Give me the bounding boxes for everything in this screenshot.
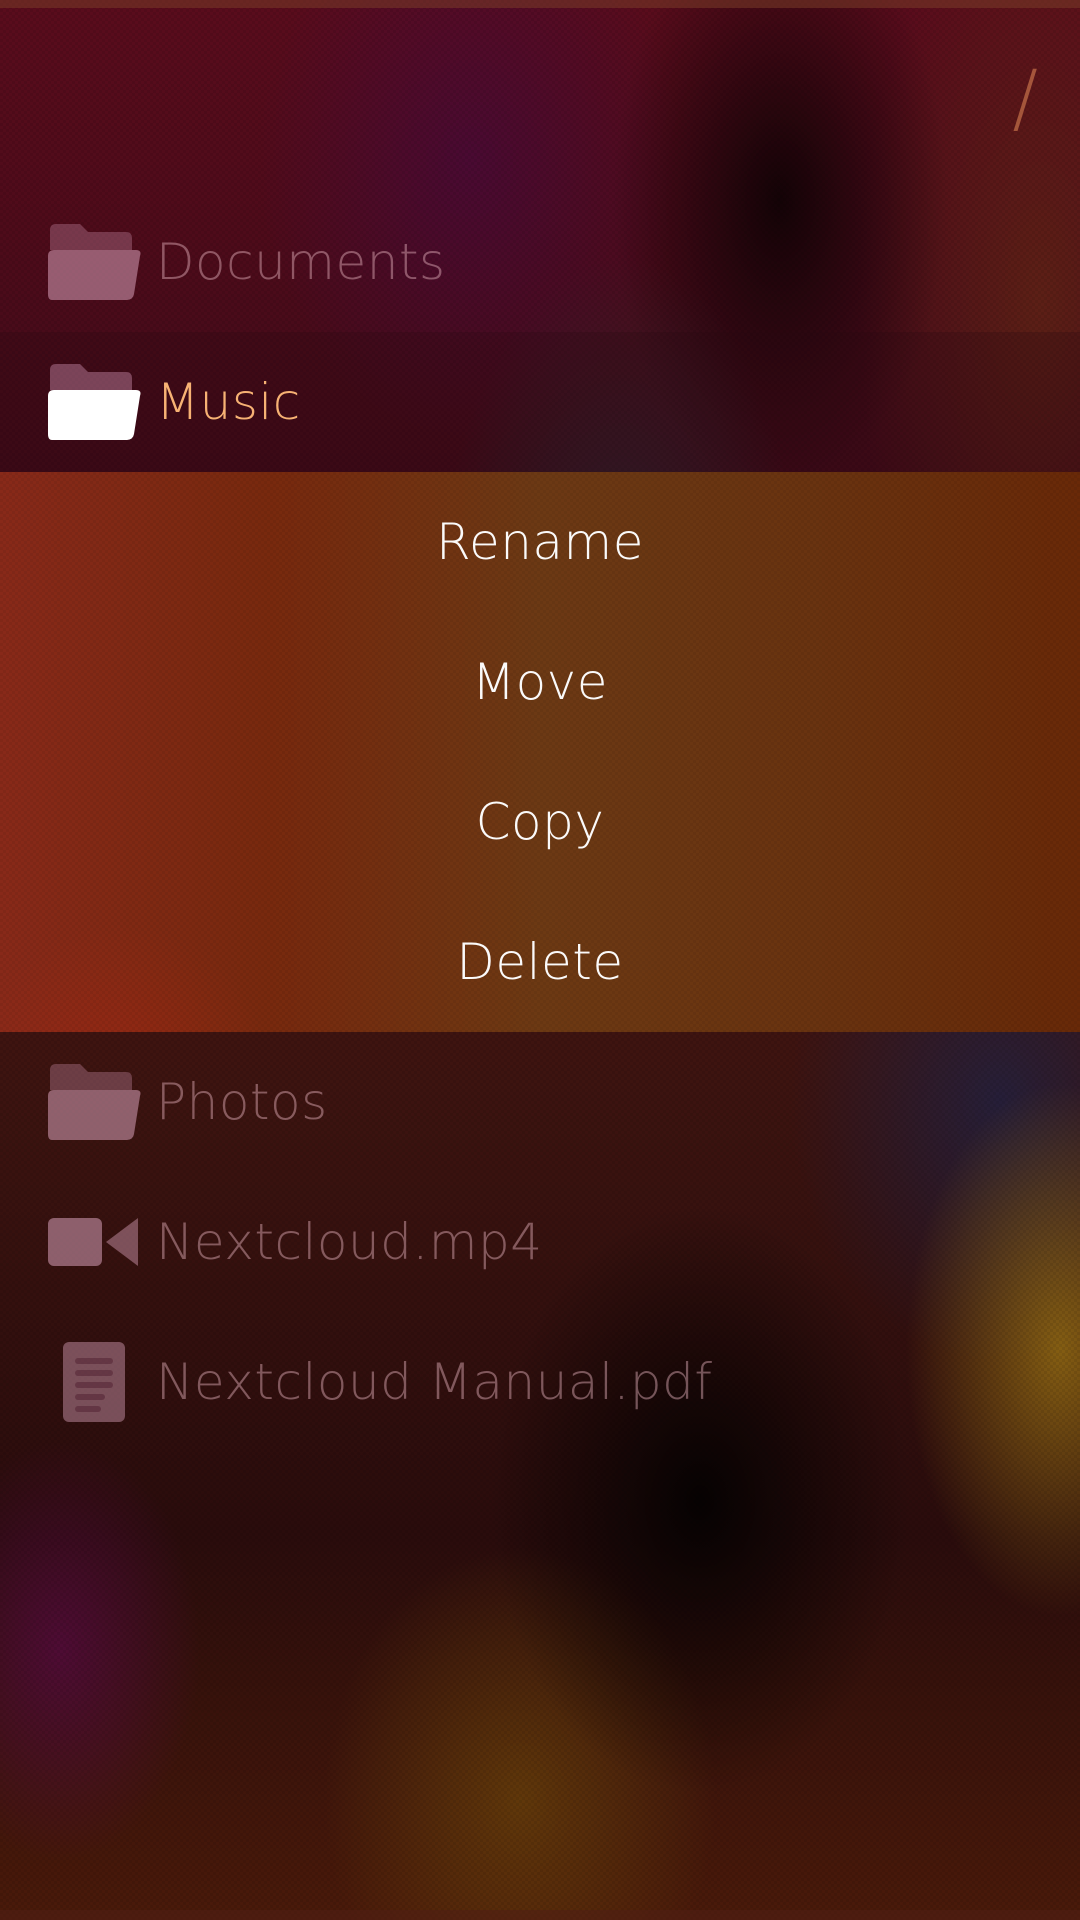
current-path: / bbox=[1012, 53, 1038, 142]
rename-menu-item[interactable]: Rename bbox=[0, 472, 1080, 612]
file-name: Nextcloud Manual.pdf bbox=[156, 1353, 713, 1411]
copy-menu-item[interactable]: Copy bbox=[0, 752, 1080, 892]
folder-icon bbox=[46, 1057, 142, 1147]
file-row-music[interactable]: Music bbox=[0, 332, 1080, 472]
delete-menu-item[interactable]: Delete bbox=[0, 892, 1080, 1032]
folder-icon bbox=[46, 357, 142, 447]
video-icon bbox=[46, 1197, 142, 1287]
folder-icon bbox=[46, 217, 142, 307]
file-name: Music bbox=[156, 373, 301, 431]
file-row-photos[interactable]: Photos bbox=[0, 1032, 1080, 1172]
file-name: Photos bbox=[156, 1073, 328, 1131]
file-row-documents[interactable]: Documents bbox=[0, 192, 1080, 332]
move-menu-item[interactable]: Move bbox=[0, 612, 1080, 752]
document-icon bbox=[46, 1337, 142, 1427]
file-name: Nextcloud.mp4 bbox=[156, 1213, 543, 1271]
status-strip bbox=[0, 0, 1080, 8]
context-menu: Rename Move Copy Delete bbox=[0, 472, 1080, 1032]
bottom-edge bbox=[0, 1910, 1080, 1920]
file-row-nextcloud-mp4[interactable]: Nextcloud.mp4 bbox=[0, 1172, 1080, 1312]
file-name: Documents bbox=[156, 233, 446, 291]
file-row-nextcloud-manual-pdf[interactable]: Nextcloud Manual.pdf bbox=[0, 1312, 1080, 1452]
